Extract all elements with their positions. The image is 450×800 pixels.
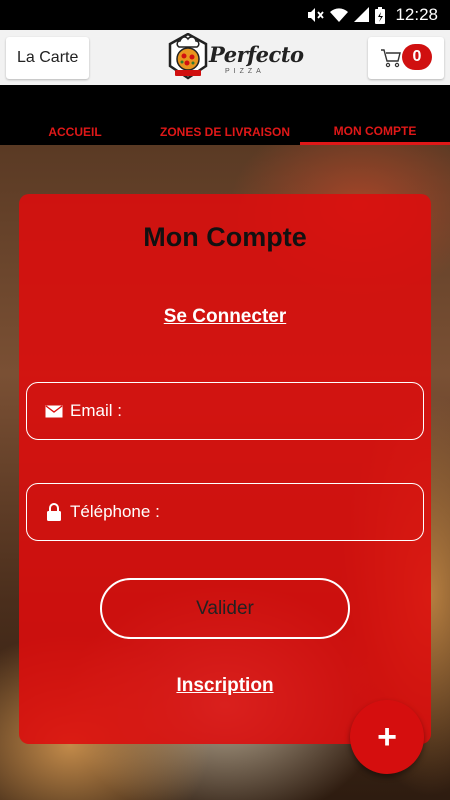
pizza-logo-icon	[168, 33, 208, 80]
tab-mon-compte[interactable]: MON COMPTE	[300, 85, 450, 145]
app-bar: La Carte Perfecto PIZZA 0	[0, 30, 450, 85]
status-time: 12:28	[395, 5, 438, 24]
cart-count-badge: 0	[402, 44, 432, 70]
tab-accueil[interactable]: ACCUEIL	[0, 85, 150, 145]
status-icons: 12:28	[306, 0, 438, 30]
add-fab-button[interactable]: +	[350, 700, 424, 774]
brand-sub: PIZZA	[225, 68, 265, 75]
brand-name: Perfecto	[209, 42, 304, 67]
signup-link[interactable]: Inscription	[19, 675, 431, 697]
lock-icon	[45, 502, 63, 521]
brand-logo: Perfecto PIZZA	[165, 32, 304, 84]
tab-bar: ACCUEIL ZONES DE LIVRAISON MON COMPTE	[0, 85, 450, 145]
phone-field[interactable]: Téléphone :	[26, 483, 424, 541]
signal-icon	[354, 7, 370, 22]
cart-icon	[381, 49, 401, 68]
battery-icon	[375, 6, 386, 24]
mute-icon	[308, 8, 325, 22]
plus-icon: +	[377, 718, 397, 756]
page-title: Mon Compte	[143, 222, 307, 252]
phone-label: Téléphone :	[70, 502, 160, 521]
email-label: Email :	[70, 401, 122, 420]
tab-zones-de-livraison[interactable]: ZONES DE LIVRAISON	[150, 85, 300, 145]
wifi-icon	[330, 8, 349, 22]
status-bar: 12:28	[0, 0, 450, 30]
login-link[interactable]: Se Connecter	[19, 306, 431, 328]
mail-icon	[45, 402, 63, 420]
email-field[interactable]: Email :	[26, 382, 424, 440]
submit-button[interactable]: Valider	[100, 578, 350, 639]
account-card: Mon Compte Se Connecter Email : Téléphon…	[19, 194, 431, 744]
cart-button[interactable]: 0	[368, 37, 444, 79]
menu-button[interactable]: La Carte	[6, 37, 90, 79]
